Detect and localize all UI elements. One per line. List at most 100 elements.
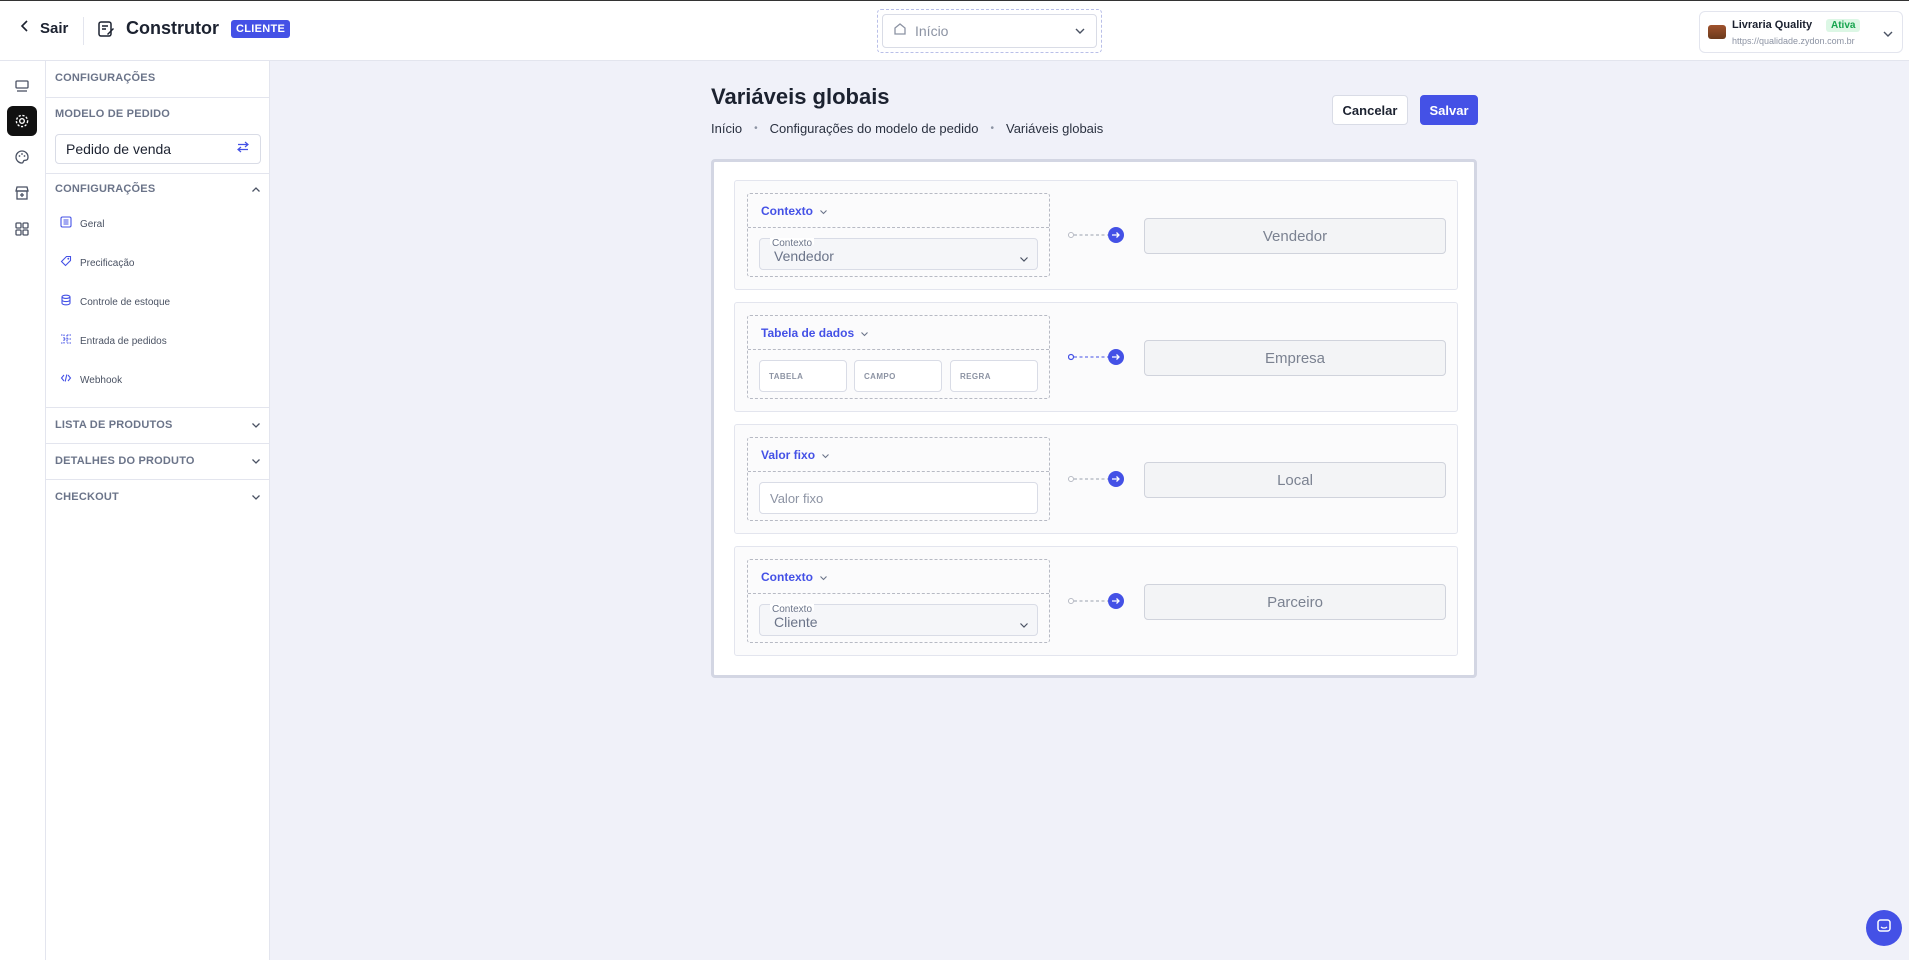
arrow-connector-icon bbox=[1068, 227, 1124, 243]
breadcrumb-item[interactable]: Início bbox=[711, 121, 742, 136]
source-box: Contexto Contexto Cliente bbox=[747, 559, 1050, 643]
swap-icon bbox=[236, 140, 250, 158]
sidebar-item-geral[interactable]: Geral bbox=[55, 211, 261, 237]
save-button[interactable]: Salvar bbox=[1420, 95, 1478, 125]
back-button[interactable]: Sair bbox=[20, 19, 68, 37]
sidebar-item-webhook[interactable]: Webhook bbox=[55, 367, 261, 393]
source-type-select[interactable]: Valor fixo bbox=[748, 438, 1049, 472]
chat-icon bbox=[1875, 917, 1893, 940]
mode-badge: CLIENTE bbox=[231, 19, 291, 38]
back-label: Sair bbox=[40, 19, 69, 37]
breadcrumb-item[interactable]: Configurações do modelo de pedido bbox=[770, 121, 979, 136]
sidebar-item-label: Precificação bbox=[80, 257, 135, 269]
group-lista-de-produtos[interactable]: LISTA DE PRODUTOS bbox=[46, 410, 270, 440]
variable-row: Contexto Contexto Vendedor Vendedor bbox=[734, 180, 1458, 290]
storefront-icon[interactable] bbox=[7, 178, 37, 208]
chat-support-button[interactable] bbox=[1866, 910, 1902, 946]
source-box: Tabela de dados TABELA CAMPO REGRA bbox=[747, 315, 1050, 399]
page-select-dropzone: Início bbox=[877, 9, 1102, 53]
list-icon bbox=[60, 215, 72, 233]
chevron-down-icon bbox=[251, 452, 261, 470]
top-bar: Sair Construtor CLIENTE Início Livraria … bbox=[0, 1, 1909, 61]
group-title: LISTA DE PRODUTOS bbox=[55, 419, 173, 431]
sidebar-item-controle-de-estoque[interactable]: Controle de estoque bbox=[55, 289, 261, 315]
breadcrumb-separator: • bbox=[754, 123, 758, 134]
variable-row: Contexto Contexto Cliente Parceiro bbox=[734, 546, 1458, 656]
group-detalhes-do-produto[interactable]: DETALHES DO PRODUTO bbox=[46, 446, 270, 476]
store-logo bbox=[1708, 25, 1726, 39]
tag-icon bbox=[60, 254, 72, 272]
sidebar-item-label: Webhook bbox=[80, 374, 123, 386]
chevron-up-icon bbox=[251, 180, 261, 198]
group-title: DETALHES DO PRODUTO bbox=[55, 455, 195, 467]
divider bbox=[46, 407, 270, 408]
rule-field[interactable]: REGRA bbox=[950, 360, 1038, 392]
chevron-down-icon bbox=[1882, 25, 1894, 43]
context-select[interactable]: Contexto Vendedor bbox=[759, 238, 1038, 270]
source-type-label: Contexto bbox=[761, 569, 813, 584]
chevron-down-icon bbox=[251, 416, 261, 434]
account-name: Livraria Quality bbox=[1732, 19, 1813, 31]
source-type-label: Tabela de dados bbox=[761, 325, 855, 340]
sidebar-item-label: Entrada de pedidos bbox=[80, 335, 167, 347]
group-title: CONFIGURAÇÕES bbox=[55, 183, 156, 195]
source-type-select[interactable]: Tabela de dados bbox=[748, 316, 1049, 350]
breadcrumb: Início • Configurações do modelo de pedi… bbox=[711, 121, 1103, 136]
group-title: CHECKOUT bbox=[55, 491, 119, 503]
page-select[interactable]: Início bbox=[882, 14, 1097, 48]
settings-sidebar: CONFIGURAÇÕES MODELO DE PEDIDO Pedido de… bbox=[46, 61, 270, 960]
chevron-down-icon bbox=[1074, 22, 1086, 40]
breadcrumb-separator: • bbox=[990, 123, 994, 134]
sidebar-item-entrada-de-pedidos[interactable]: Entrada de pedidos bbox=[55, 328, 261, 354]
model-label: MODELO DE PEDIDO bbox=[55, 108, 171, 120]
layout-icon[interactable] bbox=[7, 71, 37, 101]
source-type-label: Valor fixo bbox=[761, 447, 816, 462]
app-title: Construtor bbox=[126, 18, 219, 38]
source-box: Valor fixo Valor fixo bbox=[747, 437, 1050, 521]
palette-icon[interactable] bbox=[7, 142, 37, 172]
context-select-value: Vendedor bbox=[774, 248, 834, 264]
group-configuracoes[interactable]: CONFIGURAÇÕES bbox=[46, 174, 270, 204]
arrow-connector-icon bbox=[1068, 593, 1124, 609]
source-type-select[interactable]: Contexto bbox=[748, 194, 1049, 228]
variable-row: Tabela de dados TABELA CAMPO REGRA Empre… bbox=[734, 302, 1458, 412]
cancel-button[interactable]: Cancelar bbox=[1332, 95, 1408, 125]
chevron-down-icon bbox=[819, 568, 828, 586]
model-select[interactable]: Pedido de venda bbox=[55, 134, 261, 164]
variables-panel: Contexto Contexto Vendedor Vendedor Tabe… bbox=[711, 159, 1477, 678]
account-switcher[interactable]: Livraria Quality Ativa https://qualidade… bbox=[1699, 11, 1903, 53]
divider bbox=[46, 443, 270, 444]
variable-row: Valor fixo Valor fixo Local bbox=[734, 424, 1458, 534]
source-box: Contexto Contexto Vendedor bbox=[747, 193, 1050, 277]
divider bbox=[46, 479, 270, 480]
apps-grid-icon[interactable] bbox=[7, 214, 37, 244]
target-variable: Vendedor bbox=[1144, 218, 1446, 254]
chevron-down-icon bbox=[251, 488, 261, 506]
fixed-value-input[interactable]: Valor fixo bbox=[759, 482, 1038, 514]
database-icon bbox=[60, 293, 72, 311]
breadcrumb-current: Variáveis globais bbox=[1005, 121, 1104, 136]
target-variable: Parceiro bbox=[1144, 584, 1446, 620]
sidebar-item-label: Geral bbox=[80, 218, 105, 230]
flow-icon bbox=[60, 332, 72, 350]
home-icon bbox=[893, 22, 907, 41]
source-type-label: Contexto bbox=[761, 203, 813, 218]
account-url: https://qualidade.zydon.com.br bbox=[1732, 36, 1855, 46]
source-type-select[interactable]: Contexto bbox=[748, 560, 1049, 594]
target-variable: Empresa bbox=[1144, 340, 1446, 376]
context-select-value: Cliente bbox=[774, 614, 818, 630]
page-title: Variáveis globais bbox=[711, 84, 890, 109]
chevron-down-icon bbox=[1019, 616, 1029, 634]
column-field[interactable]: CAMPO bbox=[854, 360, 942, 392]
sidebar-item-label: Controle de estoque bbox=[80, 296, 171, 308]
sidebar-header: CONFIGURAÇÕES bbox=[55, 72, 156, 84]
table-field[interactable]: TABELA bbox=[759, 360, 847, 392]
context-select[interactable]: Contexto Cliente bbox=[759, 604, 1038, 636]
edit-form-icon bbox=[96, 19, 116, 39]
sidebar-item-precificacao[interactable]: Precificação bbox=[55, 250, 261, 276]
divider bbox=[83, 17, 84, 45]
chevron-down-icon bbox=[860, 324, 869, 342]
builder-header: Construtor CLIENTE bbox=[96, 18, 291, 39]
group-checkout[interactable]: CHECKOUT bbox=[46, 482, 270, 512]
gear-icon[interactable] bbox=[7, 106, 37, 136]
